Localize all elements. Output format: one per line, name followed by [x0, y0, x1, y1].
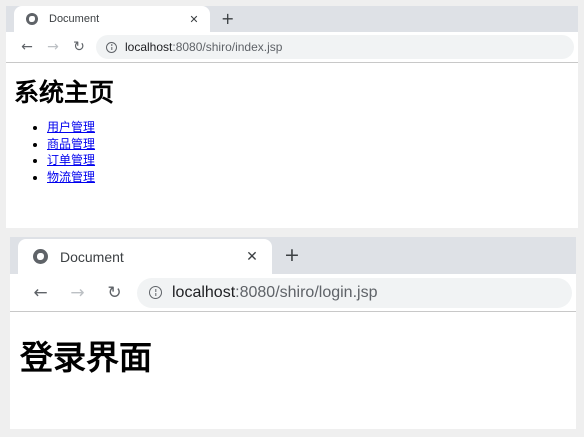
arrow-right-icon: →: [47, 39, 59, 55]
tab-strip: Document ✕ +: [6, 6, 578, 32]
browser-window-index: Document ✕ + ← → ↻ localhost:8080/shiro/…: [6, 6, 578, 228]
reload-icon: ↻: [107, 282, 122, 303]
tab-document[interactable]: Document ✕: [18, 239, 272, 274]
link-user-management[interactable]: 用户管理: [47, 120, 95, 134]
page-content: 登录界面: [10, 312, 576, 382]
info-icon[interactable]: [149, 286, 162, 299]
back-button[interactable]: ←: [14, 39, 40, 55]
toolbar: ← → ↻ localhost:8080/shiro/login.jsp: [10, 274, 576, 312]
arrow-right-icon: →: [70, 282, 85, 303]
tab-title: Document: [49, 13, 100, 25]
reload-button[interactable]: ↻: [66, 39, 92, 55]
forward-button[interactable]: →: [40, 39, 66, 55]
arrow-left-icon: ←: [21, 39, 33, 55]
link-order-management[interactable]: 订单管理: [47, 153, 95, 167]
plus-icon: +: [284, 244, 300, 266]
list-item: 用户管理: [47, 119, 578, 136]
page-heading: 登录界面: [20, 338, 152, 377]
list-item: 订单管理: [47, 152, 578, 169]
page-heading: 系统主页: [14, 78, 115, 107]
reload-icon: ↻: [73, 39, 85, 55]
link-product-management[interactable]: 商品管理: [47, 137, 95, 151]
tab-strip: Document ✕ +: [10, 237, 576, 274]
url-host: localhost: [172, 283, 236, 301]
forward-button[interactable]: →: [59, 283, 96, 303]
list-item: 物流管理: [47, 169, 578, 186]
globe-icon: [33, 249, 48, 264]
address-bar[interactable]: localhost:8080/shiro/login.jsp: [137, 277, 572, 308]
list-item: 商品管理: [47, 136, 578, 153]
url-path: :8080/shiro/login.jsp: [235, 283, 378, 301]
toolbar: ← → ↻ localhost:8080/shiro/index.jsp: [6, 32, 578, 63]
new-tab-button[interactable]: +: [284, 244, 300, 266]
tab-document[interactable]: Document ✕: [14, 6, 210, 32]
nav-link-list: 用户管理 商品管理 订单管理 物流管理: [14, 119, 578, 185]
reload-button[interactable]: ↻: [96, 283, 133, 303]
new-tab-button[interactable]: +: [221, 9, 234, 28]
url-path: :8080/shiro/index.jsp: [172, 40, 283, 54]
info-icon[interactable]: [106, 41, 117, 53]
url-host: localhost: [125, 40, 173, 54]
back-button[interactable]: ←: [22, 283, 59, 303]
close-icon[interactable]: ✕: [188, 13, 200, 26]
link-logistics-management[interactable]: 物流管理: [47, 170, 95, 184]
arrow-left-icon: ←: [33, 282, 48, 303]
url-text[interactable]: localhost:8080/shiro/index.jsp: [125, 40, 282, 54]
browser-window-login: Document ✕ + ← → ↻ localhost:8080/shiro/…: [10, 237, 576, 429]
globe-icon: [26, 13, 38, 25]
close-icon[interactable]: ✕: [244, 249, 260, 265]
plus-icon: +: [221, 9, 235, 28]
url-text[interactable]: localhost:8080/shiro/login.jsp: [172, 284, 377, 302]
tab-title: Document: [60, 248, 124, 265]
address-bar[interactable]: localhost:8080/shiro/index.jsp: [96, 35, 574, 59]
page-content: 系统主页 用户管理 商品管理 订单管理 物流管理: [6, 63, 578, 185]
